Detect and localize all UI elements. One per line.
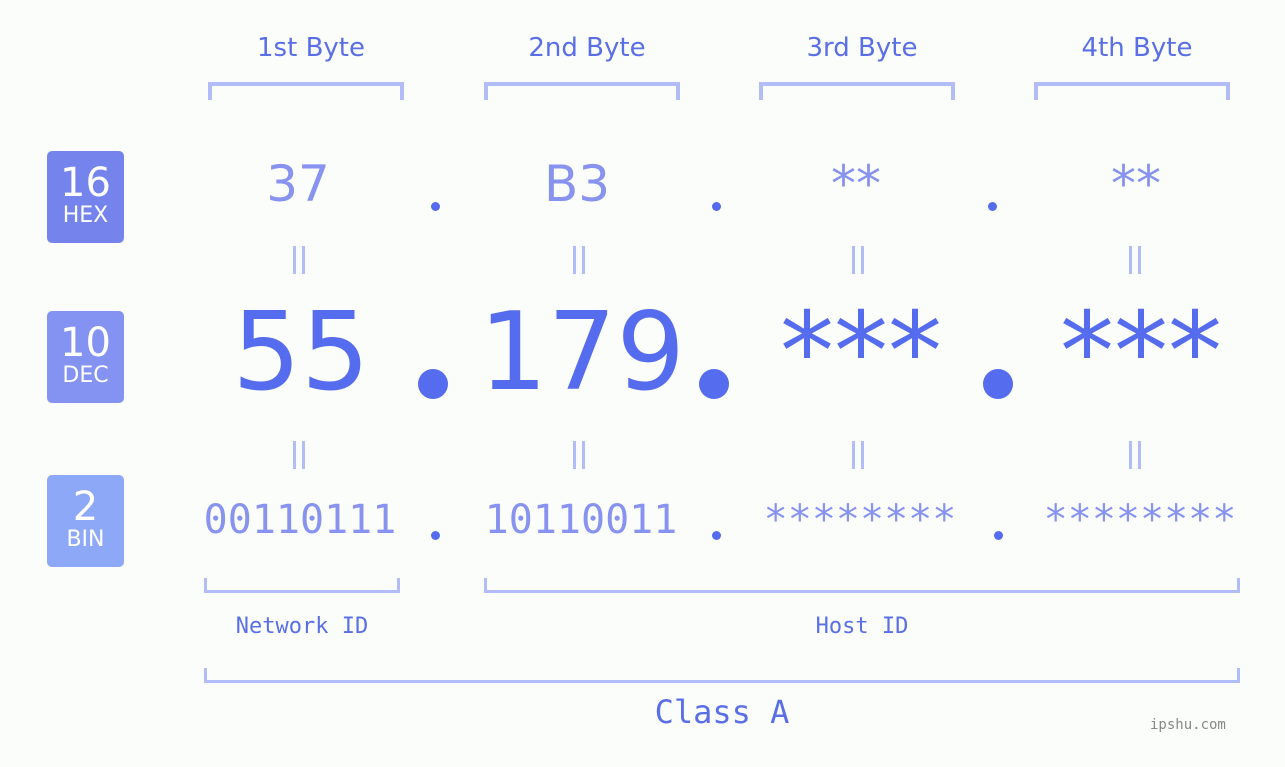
equals-marker [291, 246, 307, 274]
equals-marker [291, 441, 307, 469]
bin-separator-dot [994, 531, 1003, 540]
bin-separator-dot [712, 531, 721, 540]
byte-header-4: 4th Byte [1081, 33, 1193, 63]
hex-byte-1: 37 [266, 155, 330, 213]
dec-separator-dot [983, 369, 1013, 399]
byte-bracket-1 [208, 82, 404, 100]
class-label: Class A [654, 693, 790, 731]
dec-separator-dot [699, 369, 729, 399]
hex-byte-4: ** [1111, 155, 1161, 213]
bin-byte-3: ******** [763, 497, 957, 543]
equals-marker [850, 441, 866, 469]
hex-separator-dot [712, 202, 721, 211]
hex-byte-2: B3 [543, 155, 611, 213]
network-id-bracket [204, 578, 400, 593]
dec-byte-3: *** [780, 290, 942, 415]
equals-marker [571, 441, 587, 469]
hex-byte-3: ** [831, 155, 881, 213]
dec-byte-2: 179 [478, 290, 686, 415]
byte-bracket-4 [1034, 82, 1230, 100]
dec-badge-label: DEC [62, 363, 109, 388]
bin-byte-4: ******** [1043, 497, 1237, 543]
class-bracket [204, 668, 1240, 683]
hex-separator-dot [431, 202, 440, 211]
byte-bracket-2 [484, 82, 680, 100]
bin-badge-label: BIN [66, 527, 105, 552]
bin-separator-dot [431, 531, 440, 540]
hex-separator-dot [988, 202, 997, 211]
byte-header-2: 2nd Byte [528, 33, 646, 63]
hex-badge: 16 HEX [47, 151, 124, 243]
dec-separator-dot [418, 369, 448, 399]
bin-byte-2: 10110011 [484, 497, 678, 543]
host-id-bracket [484, 578, 1240, 593]
hex-badge-label: HEX [62, 203, 109, 228]
dec-badge-number: 10 [60, 320, 111, 366]
hex-badge-number: 16 [60, 160, 111, 206]
watermark: ipshu.com [1150, 717, 1226, 733]
dec-byte-1: 55 [232, 290, 370, 415]
network-id-label: Network ID [235, 614, 369, 639]
byte-header-3: 3rd Byte [806, 33, 918, 63]
bin-badge-number: 2 [72, 484, 99, 530]
bin-badge: 2 BIN [47, 475, 124, 567]
dec-byte-4: *** [1060, 290, 1222, 415]
equals-marker [1127, 441, 1143, 469]
dec-badge: 10 DEC [47, 311, 124, 403]
byte-bracket-3 [759, 82, 955, 100]
host-id-label: Host ID [815, 614, 909, 639]
byte-header-1: 1st Byte [257, 33, 365, 63]
bin-byte-1: 00110111 [203, 497, 397, 543]
equals-marker [571, 246, 587, 274]
equals-marker [1127, 246, 1143, 274]
equals-marker [850, 246, 866, 274]
